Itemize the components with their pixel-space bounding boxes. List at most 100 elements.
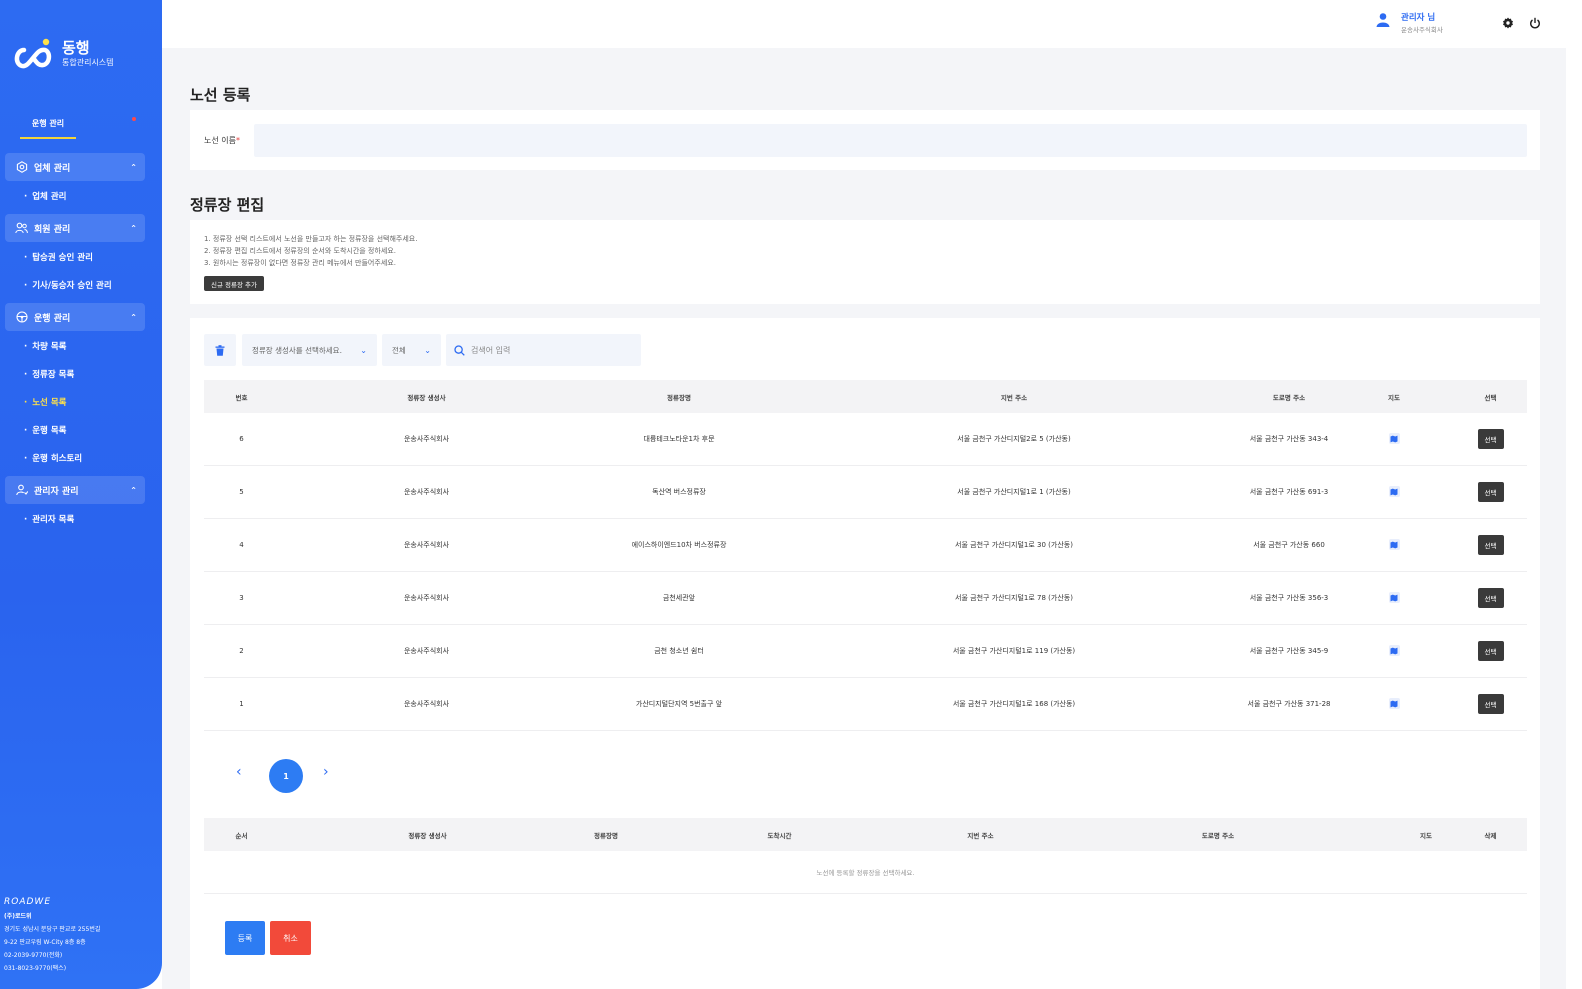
main-content: 노선 등록 노선 이름* 정류장 편집 1. 정류장 선택 리스트에서 노선을 … [162, 48, 1566, 989]
search-input[interactable] [471, 345, 631, 355]
cell-jibun-address: 서울 금천구 가산디지털1로 1 (가산동) [957, 488, 1071, 496]
trash-button[interactable] [204, 334, 236, 366]
map-icon[interactable] [1388, 486, 1400, 498]
select-stop-button[interactable]: 선택 [1477, 694, 1504, 714]
cell-number: 3 [239, 594, 244, 602]
cell-stop-name: 가산디지털단지역 5번출구 앞 [635, 700, 723, 708]
footer-phone: 02-2039-9770(전화) [4, 952, 63, 959]
nav-item-ticket-approval[interactable]: 탑승권 승인 관리 [24, 251, 93, 263]
stops-table-card: 정류장 생성사를 선택하세요. ⌄ 전체 ⌄ 번호 정류장 생성사 정류장명 지… [190, 318, 1540, 989]
cell-map [1334, 433, 1454, 445]
nav-top-tab[interactable]: 운행 관리 [20, 118, 76, 139]
nav-group-admins[interactable]: 관리자 관리 ⌃ [5, 476, 145, 504]
nav-group-company[interactable]: 업체 관리 ⌃ [5, 153, 145, 181]
chevron-up-icon: ⌃ [130, 223, 137, 233]
map-icon[interactable] [1388, 698, 1400, 710]
col-header: 지도 [1420, 831, 1432, 840]
cell-select: 선택 [1454, 482, 1527, 502]
admin-user-icon [15, 484, 28, 497]
power-icon[interactable] [1529, 14, 1541, 33]
user-icon [1376, 12, 1390, 32]
cell-select: 선택 [1454, 429, 1527, 449]
chevron-right-icon[interactable]: › [323, 764, 329, 780]
logo[interactable]: 동행 통합관리시스템 [10, 34, 114, 74]
col-header: 도착시간 [767, 831, 792, 840]
route-edit-table: 순서 정류장 생성사 정류장명 도착시간 지번 주소 도로명 주소 지도 삭제 … [204, 818, 1527, 894]
chevron-down-icon: ⌄ [424, 345, 431, 355]
route-name-input[interactable] [254, 124, 1527, 157]
chevron-up-icon: ⌃ [130, 162, 137, 172]
steering-wheel-icon [15, 311, 28, 324]
gear-icon[interactable] [1502, 14, 1514, 33]
select-stop-button[interactable]: 선택 [1477, 429, 1504, 449]
sidebar-footer: ROADWE (주)로드위 경기도 성남시 분당구 판교로 255번길 9-22… [4, 896, 100, 975]
select-stop-button[interactable]: 선택 [1477, 641, 1504, 661]
nav-item-company-manage[interactable]: 업체 관리 [24, 190, 66, 202]
user-name[interactable]: 관리자 님 [1401, 11, 1435, 23]
cell-creator: 운송사주식회사 [403, 700, 450, 708]
top-bar: 관리자 님 운송사주식회사 [162, 0, 1582, 48]
cell-road-address: 서울 금천구 가산동 345-9 [1249, 647, 1329, 655]
footer-brand: ROADWE [4, 897, 52, 907]
select-stop-button[interactable]: 선택 [1477, 588, 1504, 608]
cell-creator: 운송사주식회사 [403, 647, 450, 655]
select-stop-button[interactable]: 선택 [1477, 482, 1504, 502]
user-company: 운송사주식회사 [1401, 26, 1443, 34]
chevron-up-icon: ⌃ [130, 485, 137, 495]
chevron-up-icon: ⌃ [130, 312, 137, 322]
col-header: 정류장명 [594, 831, 618, 840]
add-new-stop-button[interactable]: 신규 정류장 추가 [204, 276, 264, 291]
cell-creator: 운송사주식회사 [403, 435, 450, 443]
table-row: 2 운송사주식회사 금천 청소년 쉼터 서울 금천구 가산디지털1로 119 (가산동… [204, 625, 1527, 678]
nav-item-stops[interactable]: 정류장 목록 [24, 368, 74, 380]
cell-creator: 운송사주식회사 [403, 594, 450, 602]
nav-item-driver-approval[interactable]: 기사/동승자 승인 관리 [24, 279, 111, 291]
cell-stop-name: 에이스하이엔드10차 버스정류장 [631, 541, 727, 549]
cell-number: 4 [239, 541, 244, 549]
search-icon [454, 341, 465, 360]
cell-road-address: 서울 금천구 가산동 343-4 [1249, 435, 1329, 443]
nav-group-operations[interactable]: 운행 관리 ⌃ [5, 303, 145, 331]
table-row: 3 운송사주식회사 금천세관앞 서울 금천구 가산디지털1로 78 (가산동) 서울 금… [204, 572, 1527, 625]
map-icon[interactable] [1388, 645, 1400, 657]
notification-dot [132, 117, 136, 121]
col-header: 지번 주소 [1000, 393, 1028, 402]
nav-group-label: 업체 관리 [34, 163, 71, 174]
table-row: 1 운송사주식회사 가산디지털단지역 5번출구 앞 서울 금천구 가산디지털1로 16… [204, 678, 1527, 731]
nav-item-routes[interactable]: 노선 목록 [24, 396, 66, 408]
cell-select: 선택 [1454, 588, 1527, 608]
nav-item-admin-list[interactable]: 관리자 목록 [24, 513, 74, 525]
col-header: 순서 [235, 831, 248, 840]
instruction-line: 3. 원하시는 정류장이 없다면 정류장 관리 메뉴에서 만들어주세요. [204, 259, 396, 267]
users-icon [15, 222, 28, 235]
cell-select: 선택 [1454, 694, 1527, 714]
stops-section-title: 정류장 편집 [190, 196, 265, 214]
table-header: 순서 정류장 생성사 정류장명 도착시간 지번 주소 도로명 주소 지도 삭제 [204, 818, 1527, 851]
register-button[interactable]: 등록 [225, 921, 265, 955]
col-header: 정류장명 [667, 393, 691, 402]
scope-select[interactable]: 전체 ⌄ [382, 334, 441, 366]
select-stop-button[interactable]: 선택 [1477, 535, 1504, 555]
cancel-button[interactable]: 취소 [270, 921, 311, 955]
map-icon[interactable] [1388, 539, 1400, 551]
footer-address1: 경기도 성남시 분당구 판교로 255번길 [4, 926, 101, 933]
col-header: 지번 주소 [967, 831, 994, 840]
cell-select: 선택 [1454, 641, 1527, 661]
chevron-left-icon[interactable]: ‹ [236, 764, 242, 780]
cell-jibun-address: 서울 금천구 가산디지털1로 119 (가산동) [952, 647, 1076, 655]
col-header: 도로명 주소 [1201, 831, 1235, 840]
page-button-current[interactable]: 1 [269, 759, 303, 793]
creator-select[interactable]: 정류장 생성사를 선택하세요. ⌄ [242, 334, 377, 366]
nav-item-vehicles[interactable]: 차량 목록 [24, 340, 66, 352]
cell-jibun-address: 서울 금천구 가산디지털1로 168 (가산동) [952, 700, 1076, 708]
cell-select: 선택 [1454, 535, 1527, 555]
cell-creator: 운송사주식회사 [403, 488, 450, 496]
nav-group-members[interactable]: 회원 관리 ⌃ [5, 214, 145, 242]
nav-item-operations-history[interactable]: 운행 히스토리 [24, 452, 82, 464]
col-header: 선택 [1484, 393, 1497, 402]
col-header: 정류장 생성사 [408, 831, 447, 840]
table-row: 4 운송사주식회사 에이스하이엔드10차 버스정류장 서울 금천구 가산디지털1로 3… [204, 519, 1527, 572]
map-icon[interactable] [1388, 592, 1400, 604]
map-icon[interactable] [1388, 433, 1400, 445]
nav-item-operations-list[interactable]: 운행 목록 [24, 424, 66, 436]
